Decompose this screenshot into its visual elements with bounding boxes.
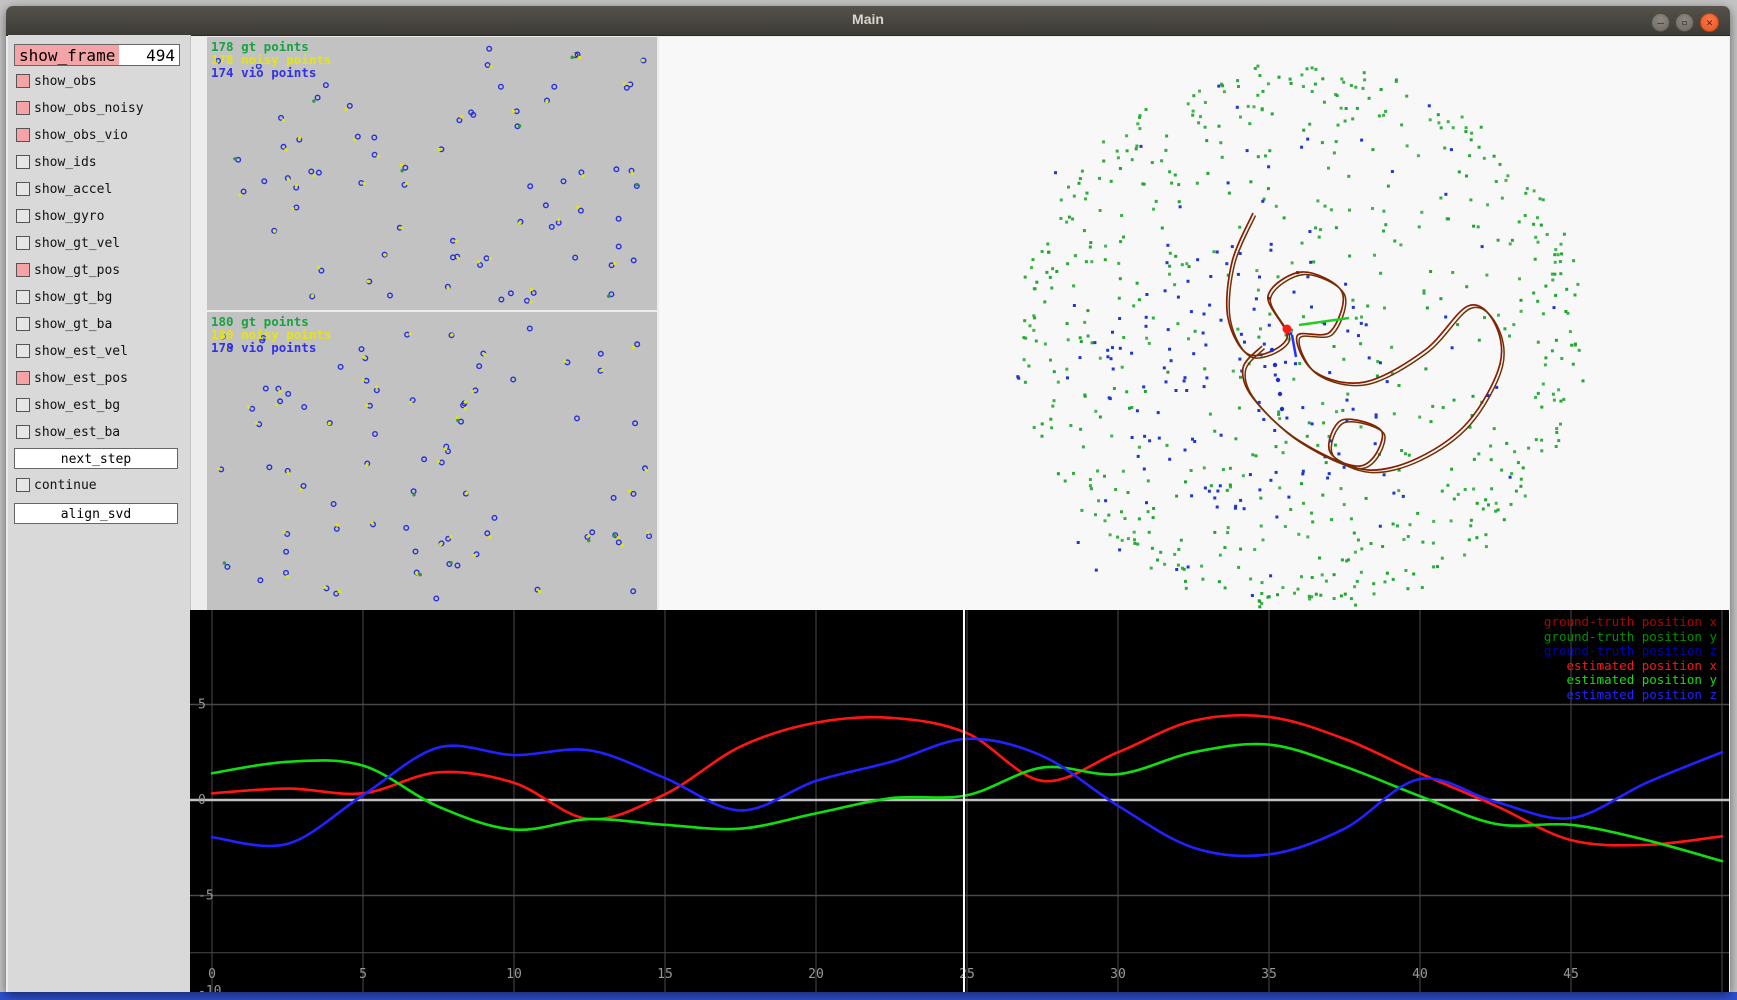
sidebar-row-continue: continue bbox=[8, 478, 190, 494]
svg-text:20: 20 bbox=[808, 967, 824, 982]
window-title: Main bbox=[852, 11, 884, 27]
checkbox-label-show_gt_vel: show_gt_vel bbox=[34, 236, 121, 251]
sidebar-row-show_est_pos: show_est_pos bbox=[8, 371, 190, 387]
sidebar-row-show_gt_bg: show_gt_bg bbox=[8, 290, 190, 306]
svg-text:10: 10 bbox=[506, 967, 522, 982]
checkbox-label-show_obs: show_obs bbox=[34, 74, 97, 89]
camera-view-bottom[interactable]: 180 gt points 180 noisy points 178 vio poi… bbox=[207, 312, 657, 610]
close-button-icon[interactable]: ✕ bbox=[1700, 13, 1719, 32]
checkbox-show_gt_pos[interactable] bbox=[16, 263, 30, 277]
checkbox-show_obs_noisy[interactable] bbox=[16, 101, 30, 115]
svg-text:30: 30 bbox=[1110, 967, 1126, 982]
maximize-button-icon[interactable]: ▫ bbox=[1675, 13, 1694, 32]
svg-text:0: 0 bbox=[198, 793, 206, 808]
show-frame-field[interactable]: show_frame 494 bbox=[14, 44, 180, 66]
checkbox-label-show_obs_vio: show_obs_vio bbox=[34, 128, 128, 143]
checkbox-label-show_accel: show_accel bbox=[34, 182, 113, 197]
checkbox-show_gyro[interactable] bbox=[16, 209, 30, 223]
checkbox-show_obs_vio[interactable] bbox=[16, 128, 30, 142]
bottom-blue-strip bbox=[0, 992, 1737, 1000]
checkbox-show_est_pos[interactable] bbox=[16, 371, 30, 385]
checkbox-label-show_est_ba: show_est_ba bbox=[34, 425, 121, 440]
sidebar-row-show_est_bg: show_est_bg bbox=[8, 398, 190, 414]
checkbox-show_gt_ba[interactable] bbox=[16, 317, 30, 331]
cam-overlay-vio-count: 178 vio points bbox=[211, 340, 317, 355]
align_svd-button[interactable]: align_svd bbox=[14, 503, 178, 524]
svg-text:-5: -5 bbox=[198, 889, 214, 904]
checkbox-show_est_bg[interactable] bbox=[16, 398, 30, 412]
checkbox-label-show_est_bg: show_est_bg bbox=[34, 398, 121, 413]
current-pose-marker bbox=[1282, 324, 1292, 334]
desktop: Main – ▫ ✕ show_frame 494 show_obs show_obs… bbox=[0, 0, 1737, 1000]
checkbox-show_accel[interactable] bbox=[16, 182, 30, 196]
3d-map-view[interactable] bbox=[659, 37, 1729, 610]
camera-view-top[interactable]: 178 gt points 178 noisy points 174 vio poi… bbox=[207, 37, 657, 310]
position-plot[interactable]: ground-truth position x ground-truth posi… bbox=[190, 610, 1729, 992]
svg-text:40: 40 bbox=[1412, 967, 1428, 982]
sidebar-row-show_obs: show_obs bbox=[8, 74, 190, 90]
svg-text:-10: -10 bbox=[198, 984, 221, 992]
svg-text:25: 25 bbox=[959, 967, 975, 982]
svg-text:5: 5 bbox=[359, 967, 367, 982]
checkbox-show_ids[interactable] bbox=[16, 155, 30, 169]
cam-overlay-vio-count: 174 vio points bbox=[211, 65, 317, 80]
checkbox-show_gt_vel[interactable] bbox=[16, 236, 30, 250]
show-frame-label: show_frame bbox=[15, 45, 119, 65]
gt-trajectory bbox=[1225, 212, 1503, 471]
est-trajectory bbox=[1228, 215, 1505, 474]
checkbox-label-show_est_pos: show_est_pos bbox=[34, 371, 128, 386]
titlebar[interactable]: Main – ▫ ✕ bbox=[6, 6, 1730, 36]
sidebar-row-show_gt_vel: show_gt_vel bbox=[8, 236, 190, 252]
checkbox-label-show_obs_noisy: show_obs_noisy bbox=[34, 101, 144, 116]
svg-text:0: 0 bbox=[208, 967, 216, 982]
sidebar-row-show_gyro: show_gyro bbox=[8, 209, 190, 225]
checkbox-label-show_gt_ba: show_gt_ba bbox=[34, 317, 113, 332]
checkbox-show_est_vel[interactable] bbox=[16, 344, 30, 358]
app-window: Main – ▫ ✕ show_frame 494 show_obs show_obs… bbox=[6, 6, 1730, 992]
control-panel: show_frame 494 show_obs show_obs_noisy show_… bbox=[8, 35, 191, 992]
checkbox-label-show_gt_bg: show_gt_bg bbox=[34, 290, 113, 305]
sidebar-row-show_gt_pos: show_gt_pos bbox=[8, 263, 190, 279]
sidebar-row-show_ids: show_ids bbox=[8, 155, 190, 171]
checkbox-continue[interactable] bbox=[16, 478, 30, 492]
svg-text:5: 5 bbox=[198, 698, 206, 713]
checkbox-label-show_est_vel: show_est_vel bbox=[34, 344, 128, 359]
sidebar-row-show_gt_ba: show_gt_ba bbox=[8, 317, 190, 333]
svg-text:35: 35 bbox=[1261, 967, 1277, 982]
checkbox-label-continue: continue bbox=[34, 478, 97, 493]
checkbox-label-show_ids: show_ids bbox=[34, 155, 97, 170]
sidebar-row-show_obs_vio: show_obs_vio bbox=[8, 128, 190, 144]
sidebar-row-show_est_ba: show_est_ba bbox=[8, 425, 190, 441]
checkbox-show_gt_bg[interactable] bbox=[16, 290, 30, 304]
checkbox-show_est_ba[interactable] bbox=[16, 425, 30, 439]
minimize-button-icon[interactable]: – bbox=[1651, 13, 1670, 32]
checkbox-label-show_gt_pos: show_gt_pos bbox=[34, 263, 121, 278]
svg-text:45: 45 bbox=[1563, 967, 1579, 982]
show-frame-value: 494 bbox=[146, 45, 175, 65]
svg-text:15: 15 bbox=[657, 967, 673, 982]
next_step-button[interactable]: next_step bbox=[14, 448, 178, 469]
checkbox-show_obs[interactable] bbox=[16, 74, 30, 88]
checkbox-label-show_gyro: show_gyro bbox=[34, 209, 105, 224]
sidebar-row-show_accel: show_accel bbox=[8, 182, 190, 198]
sidebar-row-show_est_vel: show_est_vel bbox=[8, 344, 190, 360]
sidebar-row-show_obs_noisy: show_obs_noisy bbox=[8, 101, 190, 117]
